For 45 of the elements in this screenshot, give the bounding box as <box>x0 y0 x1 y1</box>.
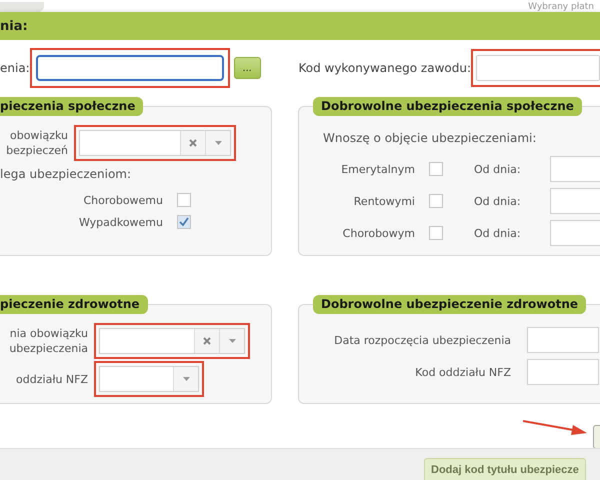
combo-field[interactable] <box>99 366 199 392</box>
date-field[interactable] <box>550 188 600 214</box>
section-subtitle: Wnoszę o objęcie ubezpieczeniami: <box>323 131 538 145</box>
browse-button[interactable]: ... <box>234 57 261 79</box>
field-label: nia obowiązku ubezpieczenia <box>8 326 88 356</box>
date-field[interactable] <box>550 156 600 182</box>
field-label: Od dnia: <box>474 194 522 208</box>
checkbox-label: Chorobowemu <box>82 192 163 208</box>
combo-field[interactable] <box>79 130 231 156</box>
checkbox[interactable] <box>429 194 443 208</box>
field-label: Data rozpoczęcia ubezpieczenia <box>333 332 511 348</box>
field-label: Kod wykonywanego zawodu: <box>298 61 471 75</box>
panel-title: pieczenie zdrowotne <box>0 295 148 314</box>
field-label: Od dnia: <box>474 162 522 176</box>
field-label: oddziału NFZ <box>15 372 88 386</box>
caret-icon[interactable] <box>214 141 222 145</box>
checkbox[interactable] <box>177 193 191 207</box>
dialog-title: nia: <box>0 18 28 34</box>
panel-title: Dobrowolne ubezpieczenia społeczne <box>313 97 582 116</box>
checkbox[interactable] <box>429 162 443 176</box>
field-label: Kod oddziału NFZ <box>414 364 511 380</box>
panel-title: Dobrowolne ubezpieczenie zdrowotne <box>313 295 586 314</box>
check-icon <box>179 217 189 227</box>
combo-field[interactable] <box>99 328 245 354</box>
date-field[interactable] <box>550 220 600 246</box>
checkbox[interactable] <box>429 226 443 240</box>
checkbox-label: Wypadkowemu <box>78 214 163 230</box>
field-label: Od dnia: <box>474 226 522 240</box>
checkbox-label: Chorobowym <box>342 226 415 240</box>
checkbox-label: Emerytalnym <box>340 162 415 176</box>
field-label: enia: <box>0 61 30 75</box>
clear-icon[interactable] <box>189 139 197 147</box>
clear-icon[interactable] <box>203 337 211 345</box>
caret-icon[interactable] <box>182 377 190 381</box>
section-subtitle: lega ubezpieczeniom: <box>0 167 132 181</box>
panel-title: pieczenia społeczne <box>0 97 144 116</box>
checkbox-label: Rentowymi <box>352 194 415 208</box>
caret-icon[interactable] <box>228 339 236 343</box>
arrow-icon <box>523 418 589 436</box>
text-field[interactable] <box>36 55 224 81</box>
add-button[interactable]: Dodaj kod tytułu ubezpiecze <box>424 458 586 480</box>
field-label: obowiązku bezpieczeń <box>5 128 68 158</box>
status-text: Wybrany płatn <box>528 2 594 12</box>
checkbox[interactable] <box>177 215 191 229</box>
button[interactable] <box>593 425 600 449</box>
